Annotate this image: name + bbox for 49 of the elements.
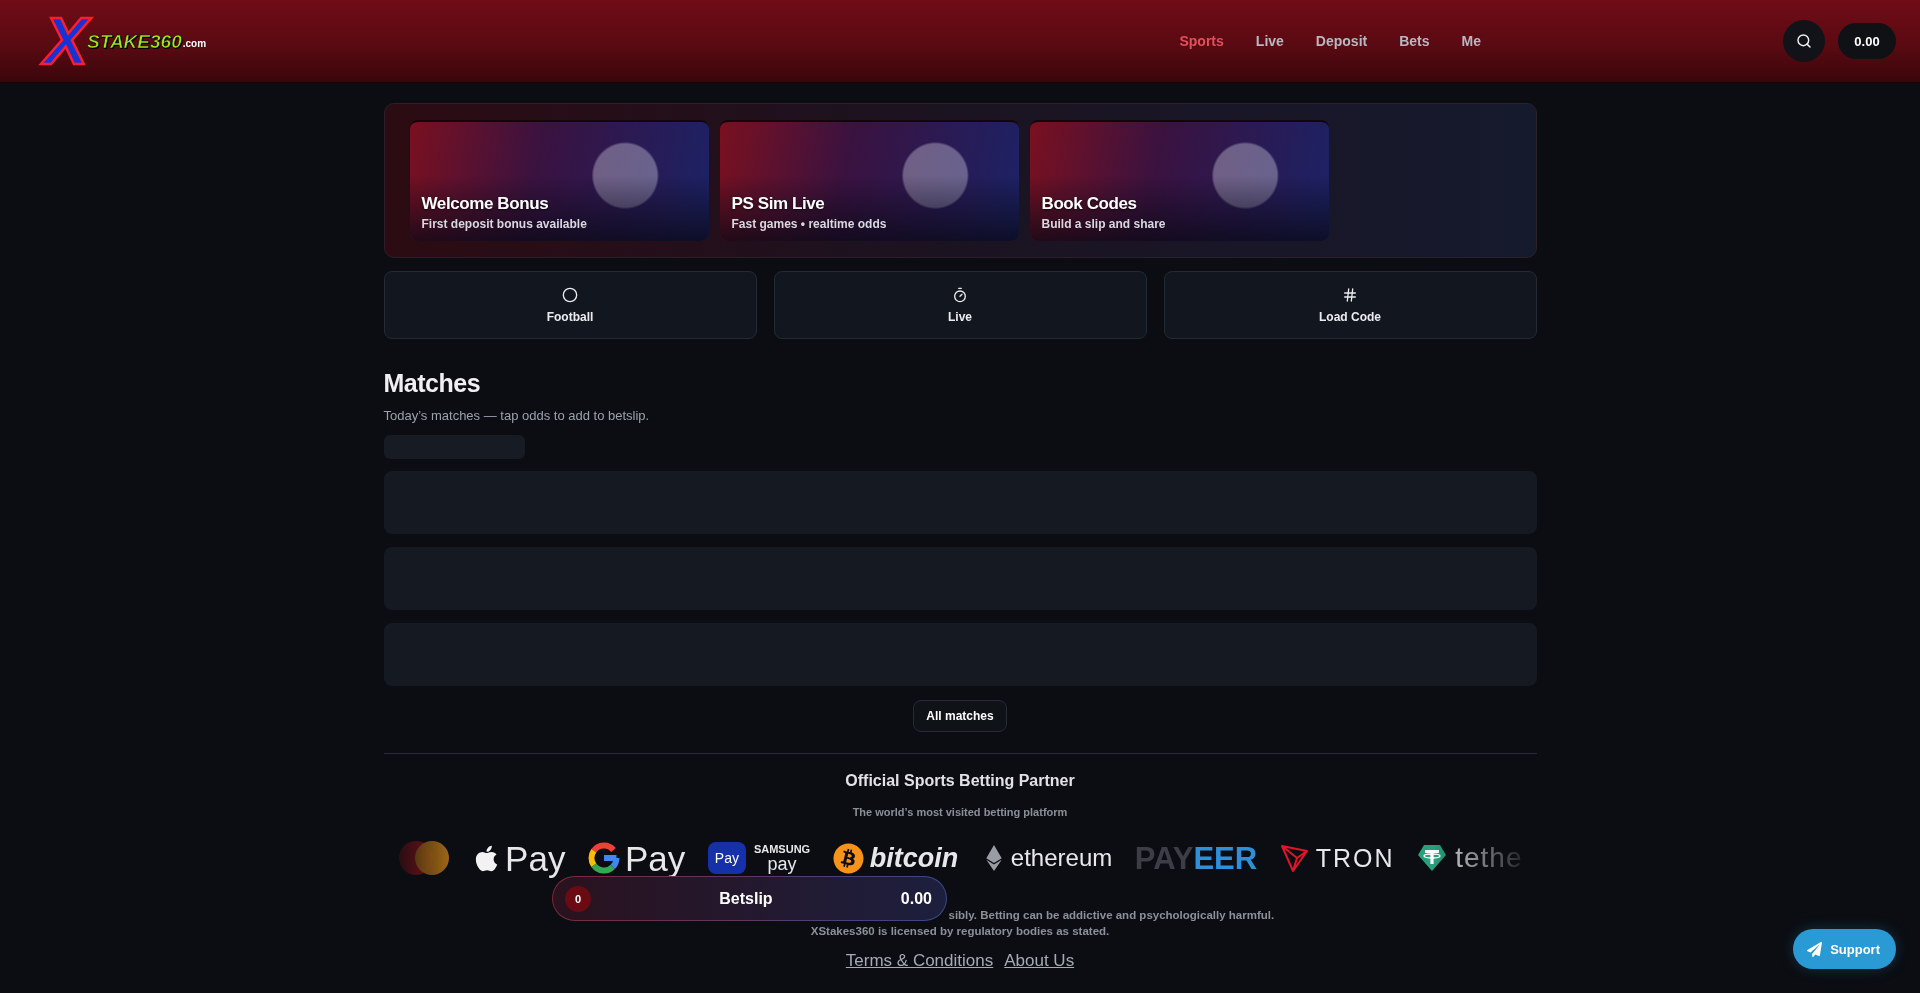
all-matches-button[interactable]: All matches [913, 700, 1007, 732]
betslip-total: 0.00 [900, 889, 932, 908]
nav-link[interactable]: Live [1255, 33, 1284, 49]
promo-subtitle: Fast games • realtime odds [731, 216, 887, 232]
circle-icon [562, 286, 578, 303]
hash-icon [1342, 286, 1358, 303]
nav-link[interactable]: Bets [1399, 33, 1430, 49]
nav-link[interactable]: Me [1461, 33, 1481, 49]
payment-name: bitcoin [869, 844, 959, 872]
promo-title: Book Codes [1041, 194, 1137, 214]
promo-banner[interactable]: Book Codes Build a slip and share [1029, 120, 1329, 241]
nav-link[interactable]: Deposit [1315, 33, 1368, 49]
stopwatch-icon [952, 286, 968, 303]
count-badge: 0 [565, 885, 591, 912]
promo-title: PS Sim Live [731, 194, 825, 214]
section-title: Matches [383, 368, 482, 398]
overlapping-circles-icon [397, 840, 450, 876]
payment-name: pay [767, 854, 797, 873]
triangle-icon [1279, 843, 1310, 873]
quick-link-button[interactable]: Football [383, 271, 757, 339]
footer-notice: XStakes360 is licensed by regulatory bodies as stated. [810, 925, 1110, 937]
g-letter-icon [588, 842, 620, 874]
quick-link-button[interactable]: Live [773, 271, 1147, 339]
bitcoin-icon [832, 842, 864, 874]
section-subtitle: Today’s matches — tap odds to add to betslip. [383, 407, 651, 425]
gem-icon [1417, 844, 1448, 872]
paper-plane-icon [1807, 941, 1823, 957]
quick-link-button[interactable]: Load Code [1163, 271, 1537, 339]
promo-subtitle: First deposit bonus available [421, 216, 587, 232]
footer-notice: sibly. Betting can be addictive and psychologically harmful. [948, 909, 1275, 921]
promo-banner[interactable]: PS Sim Live Fast games • realtime odds [719, 120, 1019, 241]
promo-banner[interactable]: Welcome Bonus First deposit bonus available [409, 120, 709, 241]
partner-tagline: The world’s most visited betting platform [851, 805, 1069, 819]
balance-button[interactable]: 0.00 [1838, 23, 1896, 59]
payment-name: Pay [625, 840, 686, 876]
payment-name: SAMSUNG [753, 843, 811, 855]
promo-subtitle: Build a slip and share [1041, 216, 1166, 232]
nav-link[interactable]: Sports [1179, 33, 1224, 49]
payment-name: ethereum [1010, 846, 1113, 870]
payment-name: TRON [1315, 845, 1395, 871]
footer-link[interactable]: About Us [1004, 950, 1075, 972]
footer-link[interactable]: Terms & Conditions [845, 950, 994, 972]
pay-badge: Pay [707, 842, 746, 874]
search-button[interactable] [1783, 20, 1825, 62]
promo-title: Welcome Bonus [421, 194, 549, 214]
payment-name: Pay [505, 840, 566, 876]
search-icon [1796, 33, 1812, 49]
partner-title: Official Sports Betting Partner [844, 771, 1076, 791]
payment-name: tethe [1455, 844, 1523, 872]
